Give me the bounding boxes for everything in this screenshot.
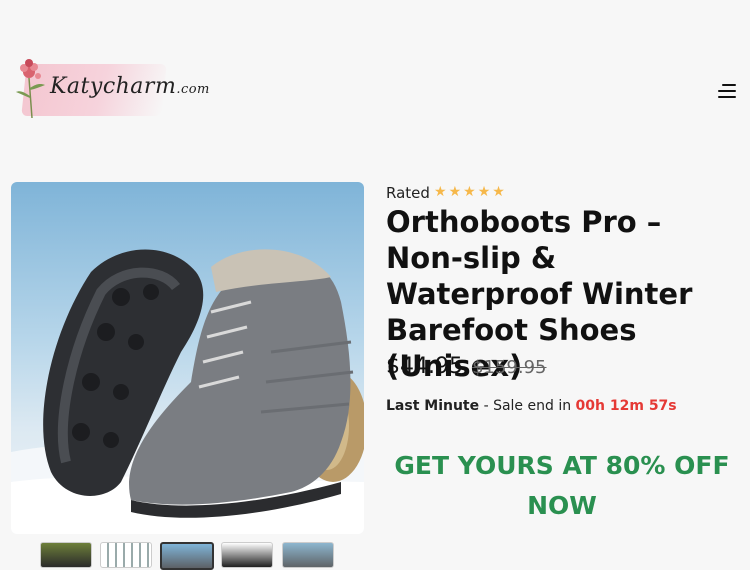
- rating-row: Rated: [386, 184, 430, 202]
- original-price: $159.95: [472, 357, 547, 378]
- logo-suffix: .com: [176, 82, 210, 97]
- menu-line: [718, 90, 736, 92]
- logo-name: Katycharm: [50, 74, 177, 99]
- star-icon: ★: [477, 184, 491, 200]
- rating-stars: ★ ★ ★ ★ ★: [434, 183, 505, 201]
- countdown-timer: 00h 12m 57s: [575, 398, 677, 414]
- sale-end-text: - Sale end in: [479, 398, 576, 414]
- flower-icon: [16, 59, 45, 119]
- thumbnail-4[interactable]: [221, 542, 273, 568]
- rated-label: Rated: [386, 184, 430, 202]
- star-icon: ★: [448, 184, 462, 200]
- price-row: $44.95 $159.95: [386, 354, 547, 379]
- current-price: $44.95: [386, 354, 463, 379]
- menu-line: [722, 84, 736, 86]
- hamburger-menu-icon[interactable]: [716, 82, 736, 100]
- star-icon: ★: [463, 184, 476, 200]
- last-minute-label: Last Minute: [386, 398, 480, 414]
- menu-line: [718, 96, 736, 98]
- thumbnail-1[interactable]: [40, 542, 92, 568]
- site-logo[interactable]: Katycharm.com: [12, 56, 212, 122]
- get-yours-cta[interactable]: GET YOURS AT 80% OFF NOW: [386, 446, 738, 526]
- star-icon: ★: [434, 184, 447, 200]
- sale-countdown: Last Minute - Sale end in 00h 12m 57s: [386, 398, 677, 414]
- star-icon: ★: [492, 184, 505, 200]
- thumbnail-5[interactable]: [282, 542, 334, 568]
- logo-wordmark: Katycharm.com: [50, 74, 210, 99]
- site-header: Katycharm.com: [0, 0, 750, 170]
- thumbnail-2[interactable]: [100, 542, 152, 568]
- thumbnail-3[interactable]: [160, 542, 214, 570]
- product-main-image[interactable]: [11, 182, 364, 534]
- boots-illustration: [11, 249, 364, 534]
